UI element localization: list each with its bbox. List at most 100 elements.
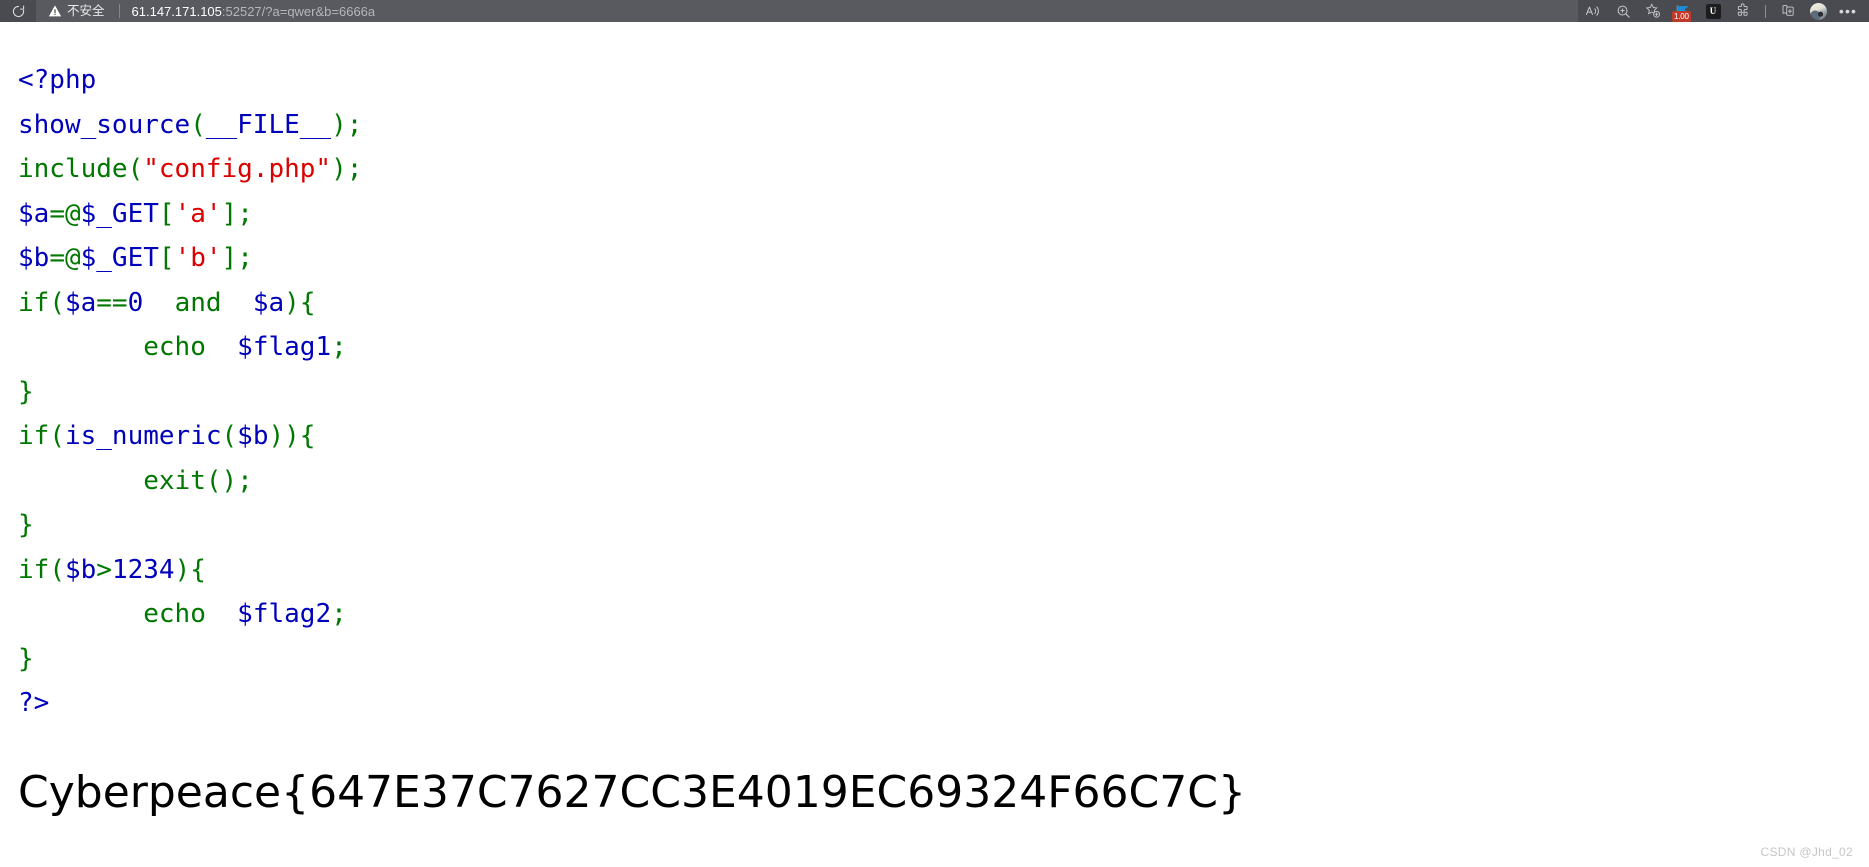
code-token: $b: [64, 554, 97, 585]
code-line: }: [18, 370, 1869, 415]
code-token: __FILE__: [205, 109, 332, 140]
collections-icon[interactable]: [1773, 0, 1803, 22]
security-status-label: 不安全: [67, 3, 105, 18]
code-token: echo: [143, 332, 206, 362]
extension-u-glyph: U: [1705, 3, 1721, 19]
code-token: >: [96, 554, 112, 585]
code-token: include: [18, 154, 128, 184]
address-bar[interactable]: 不安全 61.147.171.105:52527/?a=qwer&b=6666a: [36, 0, 1578, 22]
settings-more-icon[interactable]: •••: [1833, 0, 1863, 22]
code-token: ;: [331, 599, 347, 629]
extensions-puzzle-icon[interactable]: [1728, 0, 1758, 22]
profile-avatar[interactable]: [1803, 0, 1833, 22]
avatar-image: [1809, 2, 1827, 20]
code-token: $a: [252, 287, 285, 318]
extension-badge-count: 1.00: [1672, 11, 1691, 22]
code-token: ==: [96, 287, 128, 318]
code-line: if(is_numeric($b)){: [18, 414, 1869, 459]
omnibox-divider: [118, 4, 120, 18]
code-token: ;: [237, 198, 253, 229]
code-token: 'a': [174, 198, 222, 229]
code-token: (: [127, 154, 144, 184]
url-host: 61.147.171.105: [131, 4, 222, 18]
code-line: exit();: [18, 459, 1869, 504]
read-aloud-icon[interactable]: [1578, 0, 1608, 22]
browser-toolbar: 不安全 61.147.171.105:52527/?a=qwer&b=6666a: [0, 0, 1869, 22]
code-line: <?php: [18, 58, 1869, 103]
code-token: ;: [237, 465, 253, 496]
code-token: =: [49, 198, 65, 229]
flag-output: Cyberpeace{647E37C7627CC3E4019EC69324F66…: [18, 766, 1246, 818]
code-line: echo $flag2;: [18, 592, 1869, 637]
code-token: ): [284, 287, 300, 318]
code-token: @: [64, 243, 81, 273]
code-token: [: [158, 243, 175, 273]
php-source-listing: <?php show_source(__FILE__); include("conf…: [0, 22, 1869, 726]
code-token: $b: [237, 421, 269, 451]
code-token: ]: [221, 198, 238, 229]
code-token: and: [174, 287, 222, 318]
url-path-query: :52527/?a=qwer&b=6666a: [221, 4, 376, 18]
code-token: exit: [143, 465, 206, 496]
settings-more-glyph: •••: [1838, 3, 1858, 19]
security-status[interactable]: 不安全: [48, 4, 105, 18]
code-line: show_source(__FILE__);: [18, 103, 1869, 148]
toolbar-divider: [1765, 4, 1766, 18]
url-display[interactable]: 61.147.171.105:52527/?a=qwer&b=6666a: [132, 5, 376, 18]
zoom-icon[interactable]: [1608, 0, 1638, 22]
toolbar-left-group: [0, 0, 36, 22]
code-token: }: [18, 376, 34, 407]
code-line: if($a==0 and $a){: [18, 281, 1869, 326]
code-token: $flag1: [237, 332, 332, 362]
code-token: {: [299, 421, 316, 451]
code-token: $a: [18, 198, 50, 229]
code-token: 1234: [111, 554, 175, 585]
code-token: {: [299, 287, 316, 318]
code-token: ;: [346, 154, 363, 184]
code-line: }: [18, 503, 1869, 548]
code-token: ;: [237, 243, 253, 273]
code-token: ): [331, 109, 347, 140]
toolbar-right-group: 1.00 U •••: [1578, 0, 1869, 22]
code-token: (): [205, 465, 238, 496]
code-token: ;: [331, 332, 347, 362]
reload-button[interactable]: [0, 0, 36, 22]
code-token: ]: [221, 243, 238, 273]
code-token: $b: [18, 243, 50, 273]
code-line: if($b>1234){: [18, 548, 1869, 593]
code-token: =: [49, 243, 65, 273]
code-token: }: [18, 510, 34, 540]
code-token: if: [18, 287, 50, 318]
code-token: (: [49, 421, 65, 451]
extension-flag-icon[interactable]: 1.00: [1668, 0, 1698, 22]
code-token: [: [158, 198, 175, 229]
code-token: <?php: [18, 65, 97, 95]
code-line: $b=@$_GET['b'];: [18, 236, 1869, 281]
extension-u-icon[interactable]: U: [1698, 0, 1728, 22]
code-token: if: [18, 421, 50, 451]
code-line: }: [18, 637, 1869, 682]
code-token: (: [190, 109, 206, 140]
code-token: @: [64, 198, 81, 229]
code-token: ?>: [18, 688, 50, 718]
code-token: ): [331, 154, 347, 184]
add-favorite-icon[interactable]: [1638, 0, 1668, 22]
code-token: ): [174, 554, 191, 585]
code-token: ;: [346, 109, 363, 140]
watermark: CSDN @Jhd_02: [1760, 845, 1853, 859]
code-token: if: [18, 554, 50, 585]
code-line: echo $flag1;: [18, 325, 1869, 370]
code-token: }: [18, 643, 34, 674]
page-content: <?php show_source(__FILE__); include("conf…: [0, 22, 1869, 867]
code-token: 0: [127, 287, 144, 318]
code-token: $_GET: [80, 198, 159, 229]
code-token: {: [190, 554, 206, 585]
code-token: show_source: [18, 109, 191, 140]
code-line: include("config.php");: [18, 147, 1869, 192]
